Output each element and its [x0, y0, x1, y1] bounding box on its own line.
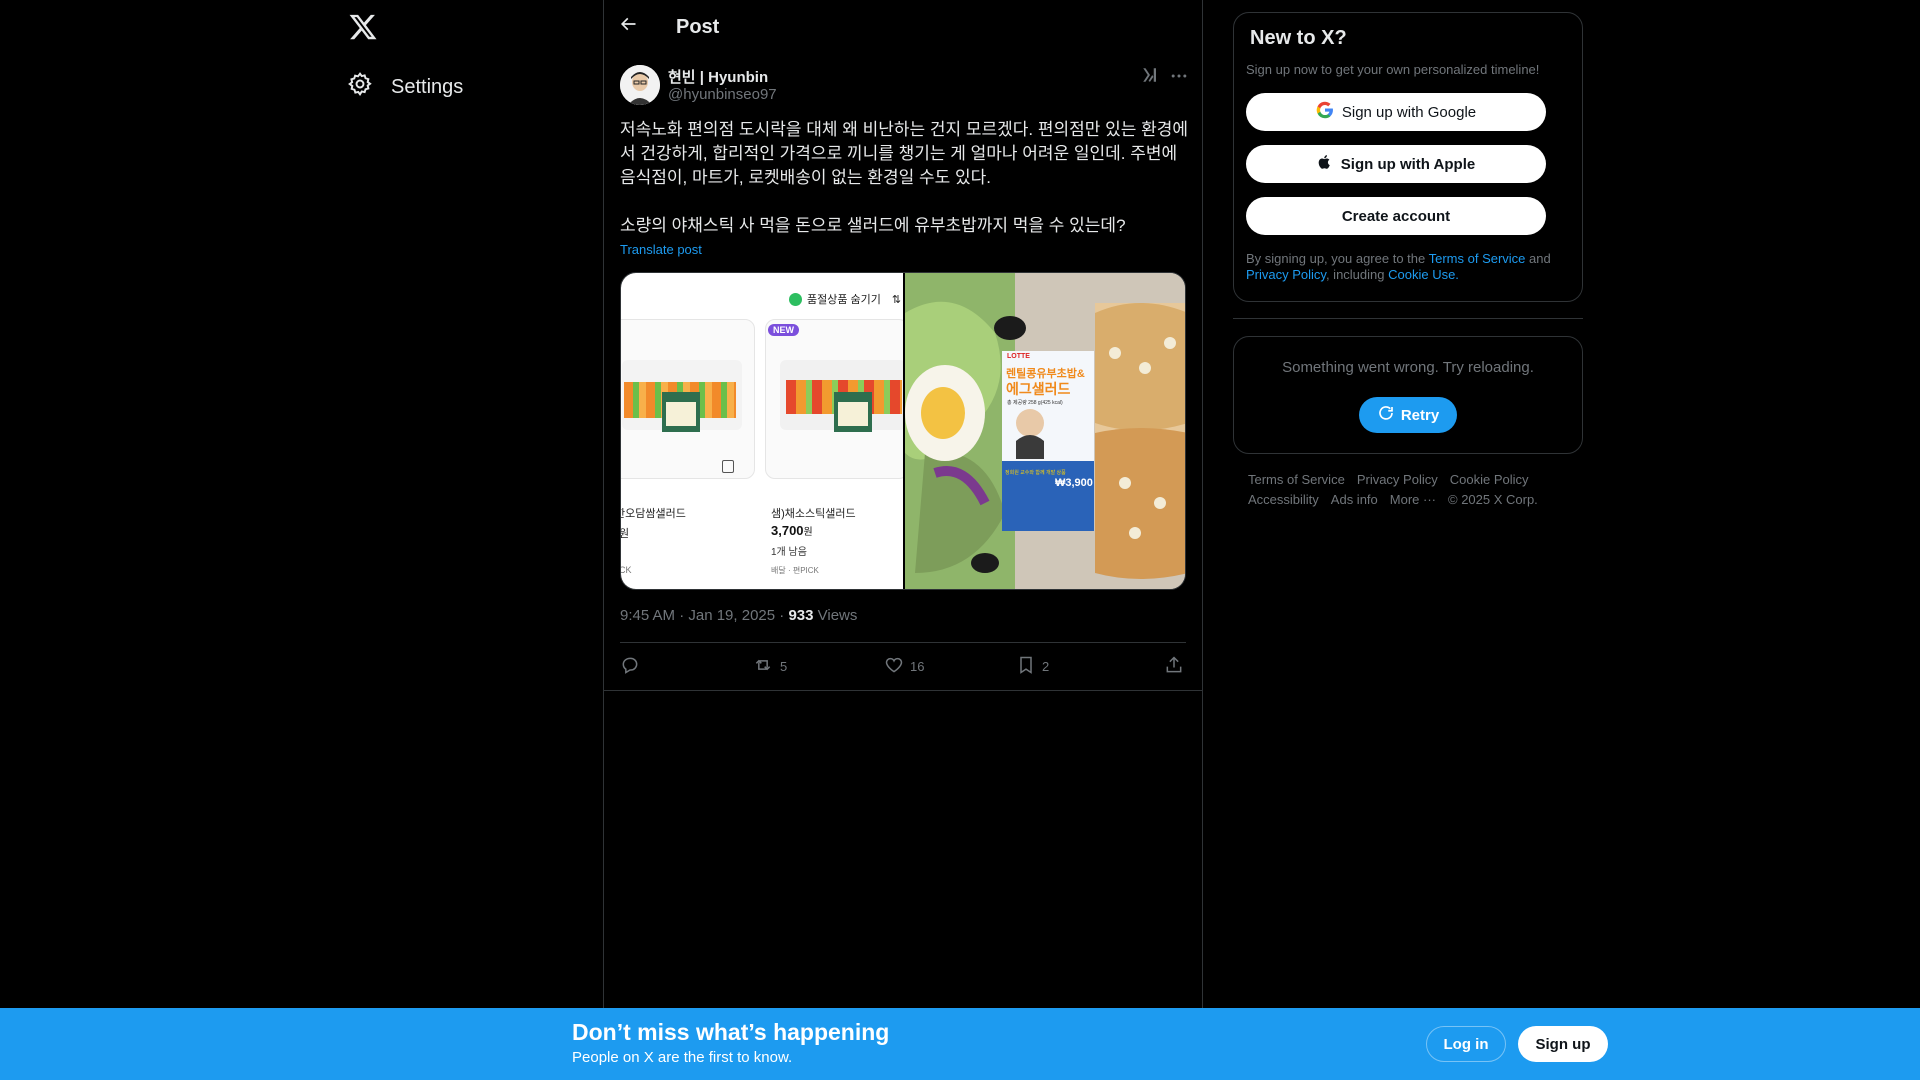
divider — [604, 690, 1202, 691]
signup-banner: Don’t miss what’s happening People on X … — [0, 1008, 1920, 1080]
error-panel: Something went wrong. Try reloading. Ret… — [1233, 336, 1583, 454]
divider — [620, 642, 1186, 643]
post-time: 9:45 AM · Jan 19, 2025 · — [620, 607, 789, 624]
post-header: Post — [604, 0, 1202, 53]
apple-label: Sign up with Apple — [1340, 155, 1476, 173]
refresh-icon — [1377, 404, 1395, 426]
product-1-price: 원 — [621, 525, 629, 541]
reply-button[interactable] — [620, 655, 646, 678]
share-button[interactable] — [1164, 655, 1184, 678]
google-label: Sign up with Google — [1341, 103, 1477, 121]
create-account-label: Create account — [1341, 207, 1451, 225]
signup-title: New to X? — [1250, 27, 1347, 49]
signup-google-button[interactable]: Sign up with Google — [1246, 93, 1546, 131]
author-avatar[interactable] — [620, 65, 660, 105]
banner-title: Don’t miss what’s happening — [572, 1019, 890, 1045]
post-media[interactable]: 품절상품 숨기기 ⇅ NEW 한오담쌈샐러드 원 CK 샘)채소스틱샐러드 — [620, 272, 1186, 590]
cookie-link[interactable]: Cookie Use. — [1388, 267, 1459, 282]
post-timestamp[interactable]: 9:45 AM · Jan 19, 2025 · 933 Views — [620, 607, 857, 624]
more-icon[interactable] — [1169, 66, 1189, 86]
retry-button[interactable]: Retry — [1359, 397, 1457, 433]
footer-ads-link[interactable]: Ads info — [1331, 492, 1378, 507]
check-circle-icon — [789, 292, 802, 306]
signup-panel: New to X? Sign up now to get your own pe… — [1233, 12, 1583, 302]
signup-subtitle: Sign up now to get your own personalized… — [1246, 62, 1540, 77]
footer-cookie-link[interactable]: Cookie Policy — [1450, 472, 1529, 487]
views-count: 933 — [788, 607, 814, 624]
footer-more-link[interactable]: More ··· — [1390, 492, 1436, 507]
retry-label: Retry — [1400, 406, 1440, 424]
sort-icon: ⇅ — [891, 293, 902, 306]
legal-including: , including — [1325, 267, 1389, 282]
nav-settings[interactable]: Settings — [347, 72, 463, 102]
repost-button[interactable]: 5 — [752, 655, 787, 678]
google-icon — [1316, 101, 1334, 123]
bookmark-count: 2 — [1042, 659, 1050, 674]
apple-icon — [1317, 153, 1333, 175]
settings-label: Settings — [391, 75, 464, 98]
error-message: Something went wrong. Try reloading. — [1282, 359, 1534, 376]
product-calorie: 총 제공량 258 g(425 kcal) — [1007, 400, 1063, 406]
author-name[interactable]: 현빈 | Hyunbin — [668, 66, 768, 87]
legal-prefix: By signing up, you agree to the — [1246, 251, 1429, 266]
translate-post-link[interactable]: Translate post — [620, 242, 702, 257]
legal-text: By signing up, you agree to the Terms of… — [1246, 251, 1566, 283]
product-1-tag: CK — [621, 565, 632, 575]
reply-icon — [620, 655, 640, 678]
views-label: Views — [813, 607, 858, 624]
repost-icon — [752, 655, 774, 678]
bag-icon — [722, 460, 734, 473]
back-arrow-icon[interactable] — [618, 14, 642, 38]
product-2-price: 3,700 — [771, 523, 804, 538]
page-title: Post — [676, 16, 720, 38]
new-badge: NEW — [768, 324, 799, 336]
product-price: ₩3,900 — [1055, 477, 1093, 489]
product-1-name: 한오담쌈샐러드 — [621, 508, 686, 520]
product-2-price-unit: 원 — [803, 527, 813, 538]
signup-button[interactable]: Sign up — [1518, 1026, 1608, 1062]
footer-privacy-link[interactable]: Privacy Policy — [1357, 472, 1438, 487]
like-button[interactable]: 16 — [884, 655, 924, 678]
product-2-name: 샘)채소스틱샐러드 — [771, 508, 856, 520]
product-2-tag: 배달 · 편PICK — [771, 566, 819, 575]
signup-apple-button[interactable]: Sign up with Apple — [1246, 145, 1546, 183]
author-handle[interactable]: @hyunbinseo97 — [668, 86, 777, 103]
product-card-2: NEW — [765, 319, 903, 479]
terms-link[interactable]: Terms of Service — [1429, 251, 1526, 266]
media-image-left[interactable]: 품절상품 숨기기 ⇅ NEW 한오담쌈샐러드 원 CK 샘)채소스틱샐러드 — [621, 273, 903, 589]
main-column: Post 현빈 | Hyunbin @hyunbinseo97 저속노화 편의점… — [603, 0, 1203, 1008]
legal-and: and — [1525, 251, 1551, 266]
post-actions: 5 16 2 — [620, 655, 1186, 679]
product-title-2: 에그샐러드 — [1006, 381, 1071, 397]
like-count: 16 — [910, 659, 925, 674]
divider — [1233, 318, 1583, 319]
product-promo: 정희원 교수와 함께 개발 상품 — [1005, 470, 1066, 476]
post-text: 저속노화 편의점 도시락을 대체 왜 비난하는 건지 모르겠다. 편의점만 있는… — [620, 120, 1189, 235]
product-card-1 — [621, 319, 755, 479]
repost-count: 5 — [780, 659, 788, 674]
media-image-right[interactable]: LOTTE 렌틸콩유부초밥& 에그샐러드 총 제공량 258 g(425 kca… — [903, 273, 1185, 589]
footer-accessibility-link[interactable]: Accessibility — [1248, 492, 1319, 507]
bookmark-icon — [1016, 655, 1036, 678]
filter-label: 품절상품 숨기기 — [807, 294, 881, 306]
product-brand: LOTTE — [1007, 353, 1030, 360]
grok-icon[interactable] — [1141, 66, 1161, 86]
heart-icon — [884, 655, 904, 678]
share-icon — [1164, 655, 1184, 678]
product-2-stock: 1개 남음 — [771, 547, 807, 558]
create-account-button[interactable]: Create account — [1246, 197, 1546, 235]
bookmark-button[interactable]: 2 — [1016, 655, 1049, 678]
privacy-link[interactable]: Privacy Policy — [1246, 267, 1326, 282]
footer-links: Terms of Service Privacy Policy Cookie Pol… — [1248, 470, 1568, 510]
x-logo-icon[interactable] — [348, 12, 378, 42]
copyright: © 2025 X Corp. — [1448, 492, 1538, 507]
banner-subtitle: People on X are the first to know. — [572, 1049, 793, 1066]
footer-terms-link[interactable]: Terms of Service — [1248, 472, 1345, 487]
gear-icon — [347, 71, 373, 103]
login-button[interactable]: Log in — [1426, 1026, 1506, 1062]
